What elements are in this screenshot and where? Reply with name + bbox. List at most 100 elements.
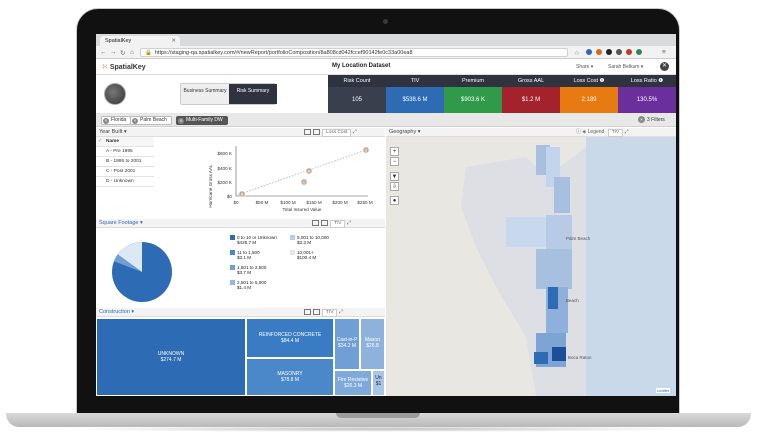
- table-view-icon[interactable]: [304, 308, 311, 315]
- panel-tools: TIV ⤢: [302, 308, 343, 317]
- construction-panel-header: Construction ▾ TIV ⤢: [96, 308, 385, 317]
- point-label: C: [303, 181, 306, 185]
- browser-tab[interactable]: SpatialKey ✕: [100, 36, 180, 46]
- table-row[interactable]: A - Pre 1995: [96, 147, 154, 157]
- forward-icon[interactable]: →: [110, 49, 117, 56]
- construction-title[interactable]: Construction ▾: [99, 309, 134, 315]
- filter-chip-palm-beach[interactable]: × Palm Beach: [130, 116, 172, 125]
- extension-icon[interactable]: [636, 49, 642, 55]
- filter-chip-florida[interactable]: × Florida: [101, 116, 132, 125]
- dataset-title: My Location Dataset: [332, 63, 391, 69]
- table-view-icon[interactable]: [304, 128, 311, 135]
- table-row[interactable]: B - 1995 to 2001: [96, 157, 154, 167]
- year-built-title[interactable]: Year Built ▾: [99, 129, 127, 135]
- filter-icon[interactable]: ▼: [390, 172, 399, 181]
- treemap-cell-reinforced-concrete[interactable]: REINFORCED CONCRETE $84.4 M: [246, 318, 334, 358]
- risk-summary-tab[interactable]: Risk Summary: [229, 84, 277, 104]
- legend-item[interactable]: 0 to 10 or Unknown $426.7 M: [230, 235, 277, 245]
- table-view-icon[interactable]: [312, 219, 319, 226]
- info-icon[interactable]: ⓘ: [576, 129, 581, 135]
- remove-filter-icon[interactable]: ×: [103, 118, 109, 124]
- metric-premium[interactable]: Premium $903.6 K: [444, 75, 502, 113]
- extension-icon[interactable]: [616, 49, 622, 55]
- x-tick: $100 M: [280, 200, 295, 205]
- home-icon[interactable]: ⌂: [130, 49, 134, 56]
- metric-gross-aal[interactable]: Gross AAL $1.2 M: [502, 75, 560, 113]
- url-field[interactable]: 🔒 https://staging-qa.spatialkey.com/#/new…: [140, 48, 568, 57]
- map[interactable]: Palm Beach Beach Boca Raton: [386, 137, 676, 396]
- legend-button[interactable]: Legend: [588, 129, 605, 135]
- measure-select[interactable]: TIV: [330, 220, 346, 228]
- star-icon[interactable]: ☆: [574, 49, 580, 57]
- zoom-in-button[interactable]: +: [390, 147, 399, 156]
- clear-filters-icon[interactable]: ×: [638, 116, 645, 123]
- expand-icon[interactable]: ⤢: [625, 129, 629, 135]
- metric-loss-cost[interactable]: Loss Cost ❶ 2.189: [560, 75, 618, 113]
- share-button[interactable]: Share ▾: [576, 64, 593, 70]
- reload-icon[interactable]: ↻: [120, 49, 125, 57]
- metric-tiv[interactable]: TIV $538.6 M: [386, 75, 444, 113]
- logo[interactable]: ⁙ SpatialKey: [102, 63, 146, 71]
- extension-icon[interactable]: [626, 49, 632, 55]
- map-label: Palm Beach: [566, 236, 591, 241]
- chart-view-icon[interactable]: [321, 219, 328, 226]
- zoom-out-button[interactable]: −: [390, 157, 399, 166]
- geography-title[interactable]: Geography ▾: [389, 129, 421, 135]
- filters-count-label: 3 Filters: [647, 117, 665, 123]
- chart-view-icon[interactable]: [313, 128, 320, 135]
- panel-tools: Loss Cost ⤢: [302, 128, 357, 137]
- x-axis-label: Total Insured Value: [283, 207, 322, 212]
- legend-item[interactable]: 11 to 1,500 $3.1 M: [230, 250, 277, 260]
- filters-count[interactable]: × 3 Filters: [638, 116, 665, 123]
- extension-icon[interactable]: [586, 49, 592, 55]
- table-header[interactable]: Name: [96, 137, 154, 147]
- legend-value: $100.4 M: [297, 255, 317, 260]
- metric-loss-ratio[interactable]: Loss Ratio ❶ 130.5%: [618, 75, 676, 113]
- table-row[interactable]: C - Post 2001: [96, 167, 154, 177]
- business-summary-tab[interactable]: Business Summary: [181, 84, 229, 104]
- close-icon[interactable]: ✕: [660, 62, 669, 71]
- expand-icon[interactable]: ⤢: [353, 129, 357, 135]
- close-tab-icon[interactable]: ✕: [171, 38, 176, 44]
- treemap-cell-fire-resistive[interactable]: Fire Resistive $26.3 M: [334, 370, 372, 396]
- metric-label: Risk Count: [328, 75, 386, 87]
- extension-icon[interactable]: [596, 49, 602, 55]
- legend-item[interactable]: 1,501 to 2,500 $3.7 M: [230, 265, 277, 275]
- dataset-avatar[interactable]: [104, 83, 126, 105]
- location-pin-icon[interactable]: ●: [390, 196, 399, 205]
- metric-risk-count[interactable]: Risk Count 105: [328, 75, 386, 113]
- back-icon[interactable]: ←: [100, 49, 107, 56]
- metrics-bar: Risk Count 105 TIV $538.6 M Premium $903.6 …: [328, 75, 676, 113]
- legend-item[interactable]: 2,501 to 5,000 $1.4 M: [230, 280, 277, 290]
- expand-icon[interactable]: ⤢: [347, 220, 351, 226]
- chart-view-icon[interactable]: [313, 308, 320, 315]
- remove-filter-icon[interactable]: ×: [132, 118, 138, 124]
- legend-toggle-icon[interactable]: ◈: [582, 129, 586, 135]
- treemap-cell-unknown[interactable]: UNKNOWN $274.7 M: [96, 318, 246, 396]
- user-menu[interactable]: Sarah Belkum ▾: [608, 64, 643, 70]
- download-icon[interactable]: ⇩: [390, 182, 399, 191]
- metric-label: Loss Cost ❶: [560, 75, 618, 87]
- point-label: B: [241, 193, 244, 197]
- summary-toggle: Business Summary Risk Summary: [180, 83, 277, 105]
- extension-icon[interactable]: [606, 49, 612, 55]
- treemap-cell-mason[interactable]: Mason $26.8: [360, 318, 385, 370]
- remove-filter-icon[interactable]: ×: [178, 118, 184, 124]
- filter-chip-multi-family[interactable]: × Multi-Family DW: [176, 116, 228, 125]
- legend-item[interactable]: 10,001+ $100.4 M: [290, 250, 329, 260]
- legend-item[interactable]: 5,001 to 10,000 $3.3 M: [290, 235, 329, 245]
- pie-chart: [112, 242, 172, 302]
- treemap-cell-masonry[interactable]: MASONRY $78.8 M: [246, 358, 334, 396]
- square-footage-title[interactable]: Square Footage ▾: [99, 220, 143, 226]
- treemap-cell-cast-in-place[interactable]: Cast-in-P $34.2 M: [334, 318, 360, 370]
- leaflet-attribution[interactable]: Leaflet: [656, 388, 671, 393]
- measure-select[interactable]: TIV: [322, 309, 338, 317]
- measure-select[interactable]: Loss Cost: [322, 129, 352, 137]
- expand-icon[interactable]: ⤢: [339, 309, 343, 315]
- treemap-cell-un[interactable]: Un $1: [372, 370, 385, 396]
- menu-icon[interactable]: ≡: [662, 49, 666, 56]
- point-label: A: [308, 170, 311, 174]
- measure-select[interactable]: TIV: [607, 129, 624, 137]
- table-row[interactable]: D - Unknown: [96, 177, 154, 187]
- map-label: Boca Raton: [568, 355, 592, 360]
